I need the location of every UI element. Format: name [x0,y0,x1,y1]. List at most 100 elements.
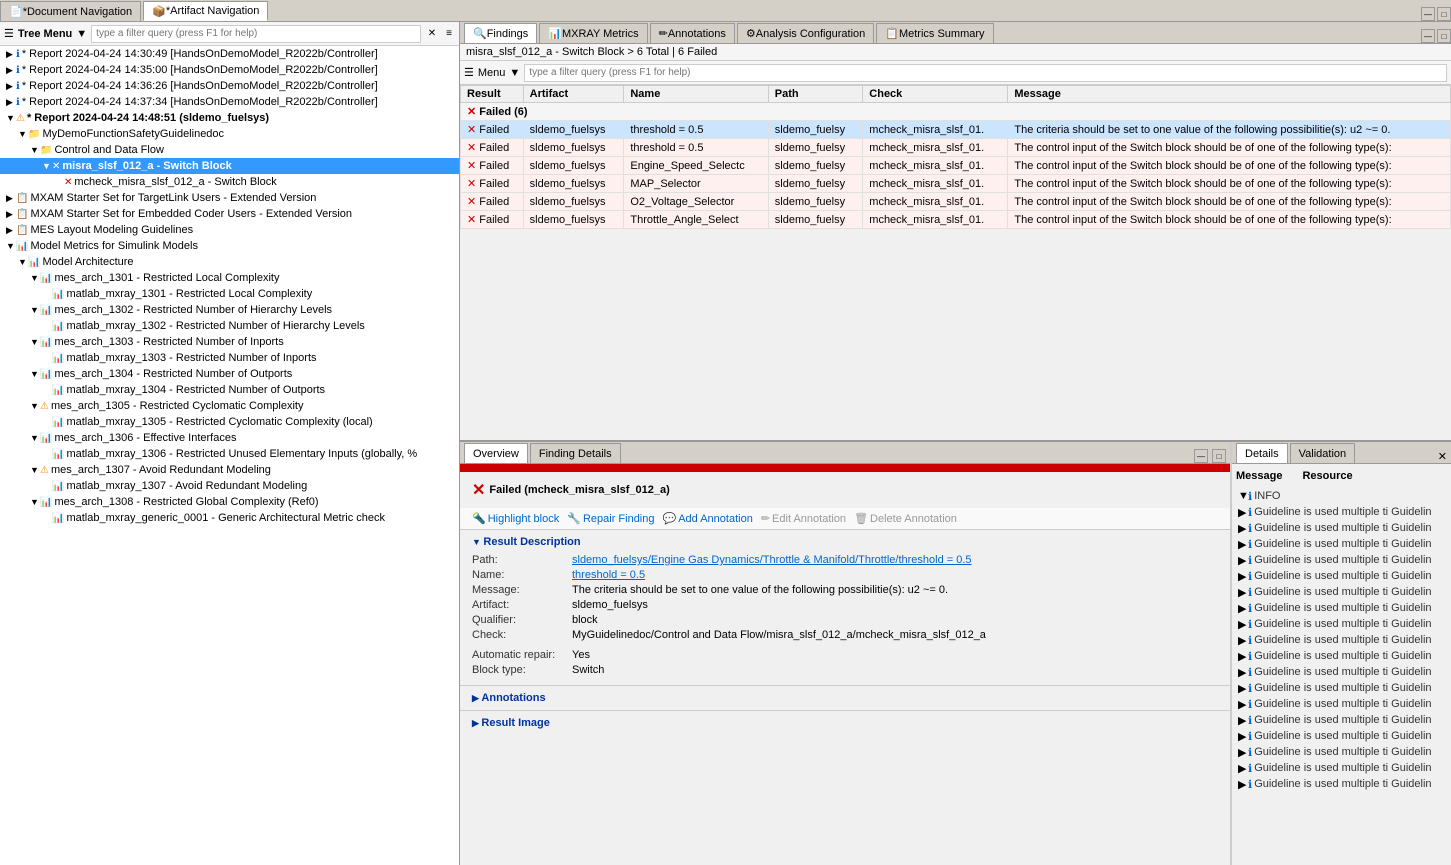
sidebar-item-9[interactable]: ▶ ℹ Guideline is used multiple ti Guidel… [1236,633,1447,649]
expand-icon-5[interactable]: ▼ [6,113,16,123]
sidebar-item-6[interactable]: ▶ ℹ Guideline is used multiple ti Guidel… [1236,585,1447,601]
tree-item-arch-1303[interactable]: ▼ 📊 mes_arch_1303 - Restricted Number of… [0,334,459,350]
result-description-title[interactable]: Result Description [472,536,1218,548]
sidebar-item-3[interactable]: ▶ ℹ Guideline is used multiple ti Guidel… [1236,537,1447,553]
expand-icon-23[interactable]: ▼ [30,401,40,411]
table-row-2[interactable]: ✕ Failed sldemo_fuelsys threshold = 0.5 … [461,139,1451,157]
expand-icon-1[interactable]: ▶ [6,49,16,60]
table-row-4[interactable]: ✕ Failed sldemo_fuelsys MAP_Selector sld… [461,175,1451,193]
tree-item-report5[interactable]: ▼ ⚠ * Report 2024-04-24 14:48:51 (sldemo… [0,110,459,126]
tree-item-report2[interactable]: ▶ ℹ * Report 2024-04-24 14:35:00 [HandsO… [0,62,459,78]
tree-item-arch-1308[interactable]: ▼ 📊 mes_arch_1308 - Restricted Global Co… [0,494,459,510]
tree-item-mxam-targetlink[interactable]: ▶ 📋 MXAM Starter Set for TargetLink User… [0,190,459,206]
tree-item-model-metrics[interactable]: ▼ 📊 Model Metrics for Simulink Models [0,238,459,254]
expand-icon-10[interactable]: ▶ [6,193,16,204]
expand-sidebar-8[interactable]: ▶ [1238,618,1248,631]
sidebar-item-12[interactable]: ▶ ℹ Guideline is used multiple ti Guidel… [1236,681,1447,697]
expand-icon-7[interactable]: ▼ [30,145,40,155]
name-link[interactable]: threshold = 0.5 [572,569,645,581]
tab-mxray[interactable]: 📊 MXRAY Metrics [539,23,647,43]
tree-item-arch-1302[interactable]: ▼ 📊 mes_arch_1302 - Restricted Number of… [0,302,459,318]
sidebar-item-4[interactable]: ▶ ℹ Guideline is used multiple ti Guidel… [1236,553,1447,569]
annotations-title[interactable]: Annotations [472,692,1218,704]
tree-filter-input[interactable] [91,25,421,43]
tab-findings[interactable]: 🔍 Findings [464,23,537,43]
add-annotation-btn[interactable]: 💬 Add Annotation [663,512,753,525]
expand-sidebar-11[interactable]: ▶ [1238,666,1248,679]
sidebar-item-11[interactable]: ▶ ℹ Guideline is used multiple ti Guidel… [1236,665,1447,681]
expand-sidebar-3[interactable]: ▶ [1238,538,1248,551]
tree-item-report3[interactable]: ▶ ℹ * Report 2024-04-24 14:36:26 [HandsO… [0,78,459,94]
expand-icon-3[interactable]: ▶ [6,81,16,92]
tab-overview[interactable]: Overview [464,443,528,463]
sidebar-item-15[interactable]: ▶ ℹ Guideline is used multiple ti Guidel… [1236,729,1447,745]
tree-item-mxam-embedded[interactable]: ▶ 📋 MXAM Starter Set for Embedded Coder … [0,206,459,222]
expand-sidebar-4[interactable]: ▶ [1238,554,1248,567]
tree-item-matlab-1307[interactable]: 📊 matlab_mxray_1307 - Avoid Redundant Mo… [0,478,459,494]
tree-item-arch-1305[interactable]: ▼ ⚠ mes_arch_1305 - Restricted Cyclomati… [0,398,459,414]
expand-icon-15[interactable]: ▼ [30,273,40,283]
tab-analysis-config[interactable]: ⚙ Analysis Configuration [737,23,874,43]
sidebar-item-14[interactable]: ▶ ℹ Guideline is used multiple ti Guidel… [1236,713,1447,729]
tree-item-arch-1307[interactable]: ▼ ⚠ mes_arch_1307 - Avoid Redundant Mode… [0,462,459,478]
sidebar-item-5[interactable]: ▶ ℹ Guideline is used multiple ti Guidel… [1236,569,1447,585]
highlight-block-btn[interactable]: 🔦 Highlight block [472,512,559,525]
tree-item-matlab-1302[interactable]: 📊 matlab_mxray_1302 - Restricted Number … [0,318,459,334]
expand-icon-29[interactable]: ▼ [30,497,40,507]
expand-sidebar-18[interactable]: ▶ [1238,778,1248,791]
tree-item-arch-1301[interactable]: ▼ 📊 mes_arch_1301 - Restricted Local Com… [0,270,459,286]
table-row-1[interactable]: ✕ Failed sldemo_fuelsys threshold = 0.5 … [461,121,1451,139]
overview-maximize[interactable]: □ [1212,449,1226,463]
minimize-button[interactable]: — [1421,7,1435,21]
maximize-button[interactable]: □ [1437,7,1451,21]
expand-icon-8[interactable]: ▼ [42,161,52,171]
tree-item-matlab-1303[interactable]: 📊 matlab_mxray_1303 - Restricted Number … [0,350,459,366]
tree-item-matlab-1301[interactable]: 📊 matlab_mxray_1301 - Restricted Local C… [0,286,459,302]
sidebar-close-btn[interactable]: ✕ [1434,450,1451,463]
result-image-title[interactable]: Result Image [472,717,1218,729]
sidebar-item-10[interactable]: ▶ ℹ Guideline is used multiple ti Guidel… [1236,649,1447,665]
repair-finding-btn[interactable]: 🔧 Repair Finding [567,512,654,525]
findings-minimize[interactable]: — [1421,29,1435,43]
expand-icon-13[interactable]: ▼ [6,241,16,251]
expand-sidebar-17[interactable]: ▶ [1238,762,1248,775]
expand-sidebar-15[interactable]: ▶ [1238,730,1248,743]
expand-sidebar-13[interactable]: ▶ [1238,698,1248,711]
sidebar-item-18[interactable]: ▶ ℹ Guideline is used multiple ti Guidel… [1236,777,1447,793]
expand-icon-19[interactable]: ▼ [30,337,40,347]
table-row-3[interactable]: ✕ Failed sldemo_fuelsys Engine_Speed_Sel… [461,157,1451,175]
expand-sidebar-1[interactable]: ▶ [1238,506,1248,519]
findings-maximize[interactable]: □ [1437,29,1451,43]
sidebar-group-expand[interactable]: ▼ [1238,490,1248,502]
tree-item-mcheck[interactable]: ✕ mcheck_misra_slsf_012_a - Switch Block [0,174,459,190]
expand-icon-14[interactable]: ▼ [18,257,28,267]
sidebar-item-17[interactable]: ▶ ℹ Guideline is used multiple ti Guidel… [1236,761,1447,777]
tab-metrics-summary[interactable]: 📋 Metrics Summary [876,23,993,43]
tree-filter-options[interactable]: ≡ [443,27,455,40]
expand-sidebar-9[interactable]: ▶ [1238,634,1248,647]
table-row-5[interactable]: ✕ Failed sldemo_fuelsys O2_Voltage_Selec… [461,193,1451,211]
tab-validation[interactable]: Validation [1290,443,1356,463]
tree-item-report1[interactable]: ▶ ℹ * Report 2024-04-24 14:30:49 [HandsO… [0,46,459,62]
tree-item-model-arch[interactable]: ▼ 📊 Model Architecture [0,254,459,270]
tree-item-mydemo[interactable]: ▼ 📁 MyDemoFunctionSafetyGuidelinedoc [0,126,459,142]
sidebar-item-8[interactable]: ▶ ℹ Guideline is used multiple ti Guidel… [1236,617,1447,633]
tree-menu-dropdown-icon[interactable]: ▼ [76,28,87,40]
tree-item-mes-layout[interactable]: ▶ 📋 MES Layout Modeling Guidelines [0,222,459,238]
sidebar-item-16[interactable]: ▶ ℹ Guideline is used multiple ti Guidel… [1236,745,1447,761]
expand-sidebar-6[interactable]: ▶ [1238,586,1248,599]
expand-icon-27[interactable]: ▼ [30,465,40,475]
expand-icon-12[interactable]: ▶ [6,225,16,236]
expand-icon-6[interactable]: ▼ [18,129,28,139]
expand-icon-25[interactable]: ▼ [30,433,40,443]
sidebar-item-7[interactable]: ▶ ℹ Guideline is used multiple ti Guidel… [1236,601,1447,617]
expand-icon-21[interactable]: ▼ [30,369,40,379]
sidebar-item-1[interactable]: ▶ ℹ Guideline is used multiple ti Guidel… [1236,505,1447,521]
expand-icon-17[interactable]: ▼ [30,305,40,315]
group-row-failed[interactable]: ✕ Failed (6) [461,103,1451,121]
expand-sidebar-16[interactable]: ▶ [1238,746,1248,759]
tree-filter-clear[interactable]: ✕ [425,27,439,40]
expand-icon-11[interactable]: ▶ [6,209,16,220]
tree-item-matlab-1306[interactable]: 📊 matlab_mxray_1306 - Restricted Unused … [0,446,459,462]
tree-item-matlab-generic[interactable]: 📊 matlab_mxray_generic_0001 - Generic Ar… [0,510,459,526]
